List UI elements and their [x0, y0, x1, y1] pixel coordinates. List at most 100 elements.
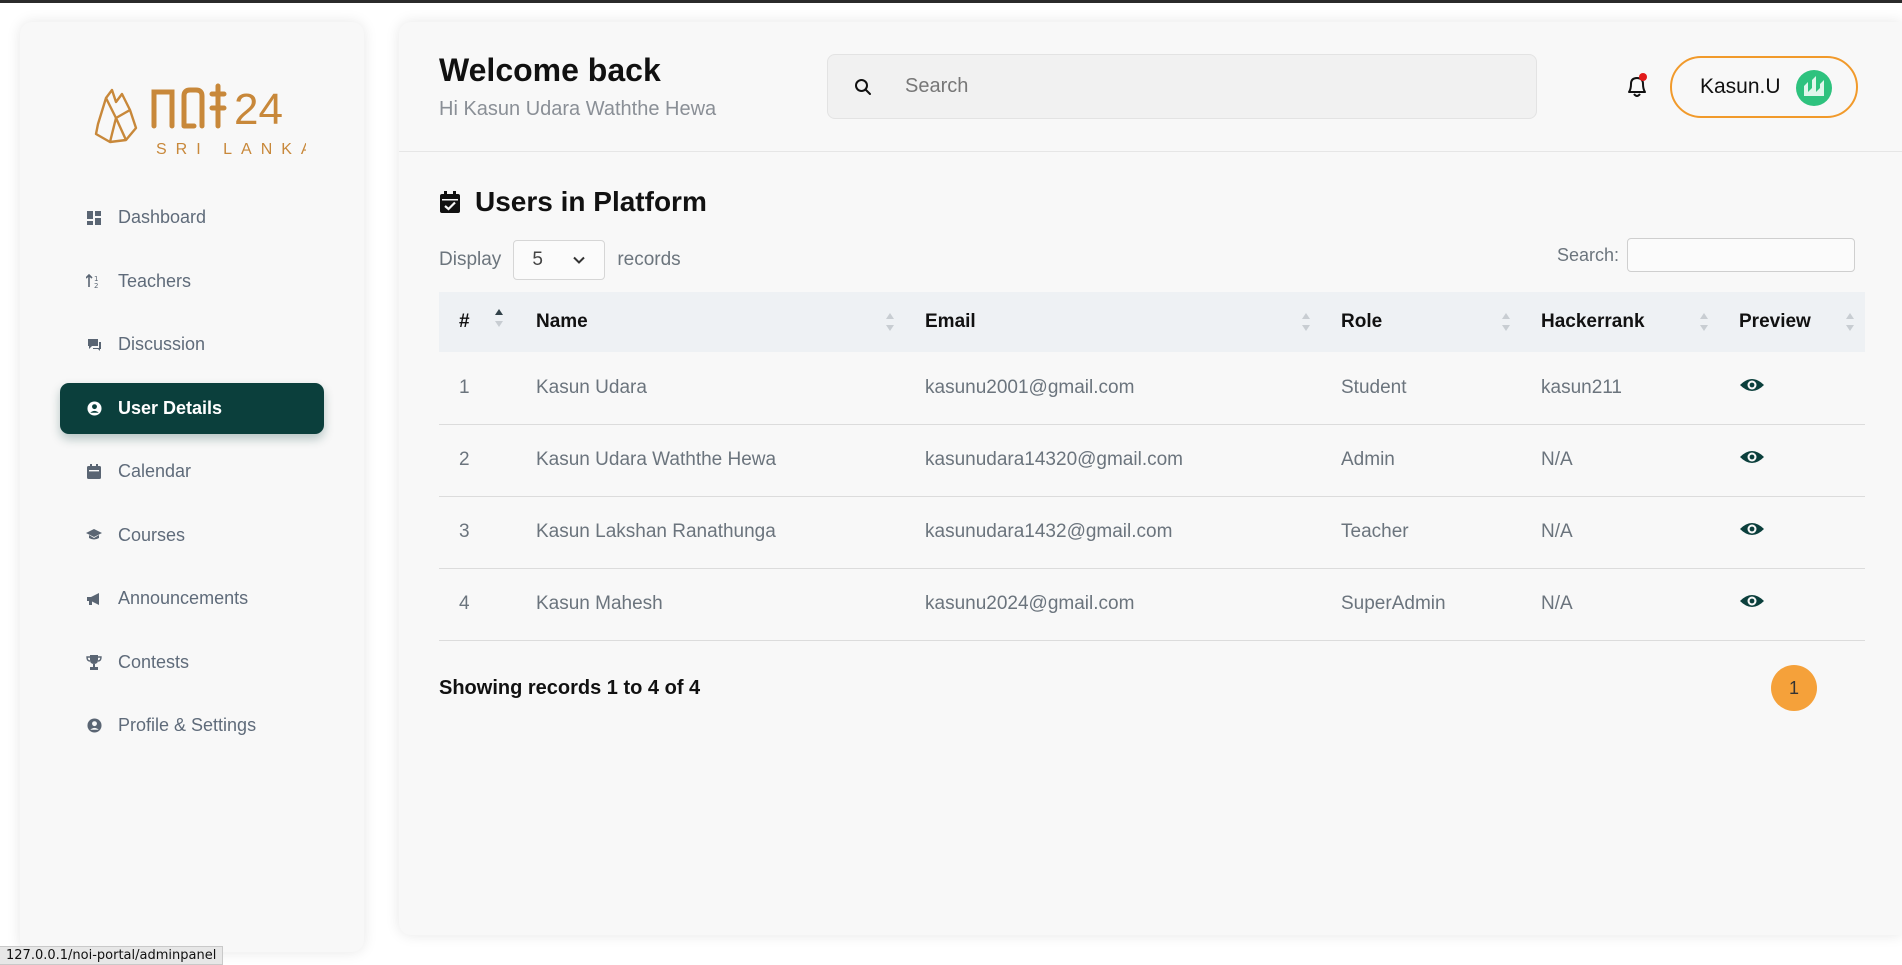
user-icon	[86, 400, 102, 416]
user-name: Kasun.U	[1700, 75, 1781, 98]
column-header-hackerrank[interactable]: Hackerrank	[1521, 292, 1719, 352]
noi-logo[interactable]: 24 SRI LANKA	[86, 68, 312, 168]
top-header: Welcome back Hi Kasun Udara Waththe Hewa…	[399, 22, 1902, 152]
cell-email: kasunudara14320@gmail.com	[905, 424, 1321, 497]
chat-icon	[86, 337, 102, 353]
eye-icon[interactable]	[1739, 376, 1765, 394]
table-row: 4 Kasun Mahesh kasunu2024@gmail.com Supe…	[439, 568, 1865, 641]
sidebar-item-announcements[interactable]: Announcements	[60, 573, 324, 624]
table-header-row: # Name Email Role Hackerrank Preview	[439, 292, 1865, 352]
sidebar-item-courses[interactable]: Courses	[60, 510, 324, 561]
sort-icon	[886, 313, 894, 331]
sidebar-item-label: Discussion	[118, 334, 206, 354]
table-info: Showing records 1 to 4 of 4	[439, 677, 701, 699]
status-bar-url: 127.0.0.1/noi-portal/adminpanel	[0, 946, 224, 965]
sidebar-item-label: Announcements	[118, 588, 249, 608]
sort-ascending-icon	[495, 309, 503, 327]
sidebar-item-label: Profile & Settings	[118, 715, 257, 735]
cell-preview	[1719, 424, 1865, 497]
eye-icon[interactable]	[1739, 520, 1765, 538]
svg-text:2: 2	[94, 282, 98, 288]
sidebar-item-profile-settings[interactable]: Profile & Settings	[60, 700, 324, 751]
sidebar-item-teachers[interactable]: 12 Teachers	[60, 256, 324, 307]
cell-hackerrank: N/A	[1521, 568, 1719, 641]
eye-icon[interactable]	[1739, 448, 1765, 466]
records-per-page-value: 5	[532, 249, 543, 270]
page-length-control: Display 5 records	[439, 240, 681, 280]
user-menu-button[interactable]: Kasun.U	[1670, 56, 1858, 118]
sort-icon	[1302, 313, 1310, 331]
window-top-border	[0, 0, 1902, 3]
sidebar-nav: Dashboard 12 Teachers Discussion User De…	[60, 192, 324, 764]
sidebar: 24 SRI LANKA Dashboard 12 Teachers Discu…	[20, 22, 364, 952]
column-header-email[interactable]: Email	[905, 292, 1321, 352]
cell-role: Admin	[1321, 424, 1521, 497]
sidebar-item-user-details[interactable]: User Details	[60, 382, 324, 434]
cell-hackerrank: N/A	[1521, 496, 1719, 569]
notification-dot	[1639, 73, 1647, 81]
chevron-down-icon	[573, 256, 586, 264]
column-header-name[interactable]: Name	[516, 292, 905, 352]
trophy-icon	[86, 654, 102, 670]
eye-icon[interactable]	[1739, 592, 1765, 610]
table-search-input[interactable]	[1627, 238, 1856, 272]
sort-icon	[1846, 313, 1854, 331]
dashboard-icon	[86, 210, 102, 226]
records-per-page-select[interactable]: 5	[513, 240, 606, 280]
notification-bell[interactable]	[1621, 70, 1653, 102]
sidebar-item-label: Teachers	[118, 270, 192, 291]
sidebar-item-label: Dashboard	[118, 207, 207, 227]
sidebar-item-dashboard[interactable]: Dashboard	[60, 192, 324, 243]
avatar	[1796, 70, 1832, 106]
sort-icon	[1700, 313, 1708, 331]
pagination-page-1[interactable]: 1	[1771, 665, 1817, 711]
cell-email: kasunu2001@gmail.com	[905, 352, 1321, 425]
cell-preview	[1719, 568, 1865, 641]
calendar-check-icon	[439, 191, 461, 213]
records-label: records	[617, 249, 681, 270]
cell-role: Student	[1321, 352, 1521, 425]
sidebar-item-label: Calendar	[118, 461, 192, 481]
cell-name: Kasun Udara Waththe Hewa	[516, 424, 905, 497]
table-search-label: Search:	[1557, 244, 1620, 265]
main-panel: Welcome back Hi Kasun Udara Waththe Hewa…	[399, 22, 1902, 935]
cell-name: Kasun Mahesh	[516, 568, 905, 641]
sort-icon	[1502, 313, 1510, 331]
section-title: Users in Platform	[439, 186, 707, 218]
user-icon	[86, 718, 102, 734]
cell-name: Kasun Lakshan Ranathunga	[516, 496, 905, 569]
cell-name: Kasun Udara	[516, 352, 905, 425]
section-title-text: Users in Platform	[475, 186, 707, 217]
table-row: 3 Kasun Lakshan Ranathunga kasunudara143…	[439, 496, 1865, 569]
page-title: Welcome back	[439, 52, 661, 88]
cell-email: kasunudara1432@gmail.com	[905, 496, 1321, 569]
cell-hackerrank: kasun211	[1521, 352, 1719, 425]
greeting-subtitle: Hi Kasun Udara Waththe Hewa	[439, 98, 717, 120]
bell-icon	[1628, 77, 1646, 97]
cell-index: 1	[439, 352, 516, 425]
calendar-icon	[86, 464, 102, 480]
column-header-role[interactable]: Role	[1321, 292, 1521, 352]
sidebar-item-discussion[interactable]: Discussion	[60, 319, 324, 370]
global-search	[827, 54, 1537, 119]
table-search: Search:	[1557, 238, 1856, 272]
table-row: 2 Kasun Udara Waththe Hewa kasunudara143…	[439, 424, 1865, 497]
cell-hackerrank: N/A	[1521, 424, 1719, 497]
cell-index: 2	[439, 424, 516, 497]
sidebar-item-calendar[interactable]: Calendar	[60, 446, 324, 497]
search-input[interactable]	[905, 75, 1505, 98]
sidebar-item-label: Contests	[118, 651, 190, 672]
graduation-cap-icon	[86, 527, 102, 543]
sidebar-item-label: Courses	[118, 524, 186, 545]
sort-icon: 12	[86, 273, 102, 289]
table-row: 1 Kasun Udara kasunu2001@gmail.com Stude…	[439, 352, 1865, 425]
logo-subtitle: SRI LANKA	[156, 141, 306, 158]
search-icon	[853, 77, 873, 97]
cell-preview	[1719, 496, 1865, 569]
logo-number: 24	[234, 85, 283, 134]
column-header-index[interactable]: #	[439, 292, 516, 352]
cell-index: 4	[439, 568, 516, 641]
column-header-preview[interactable]: Preview	[1719, 292, 1865, 352]
sidebar-item-contests[interactable]: Contests	[60, 637, 324, 688]
sidebar-item-label: User Details	[118, 397, 223, 418]
